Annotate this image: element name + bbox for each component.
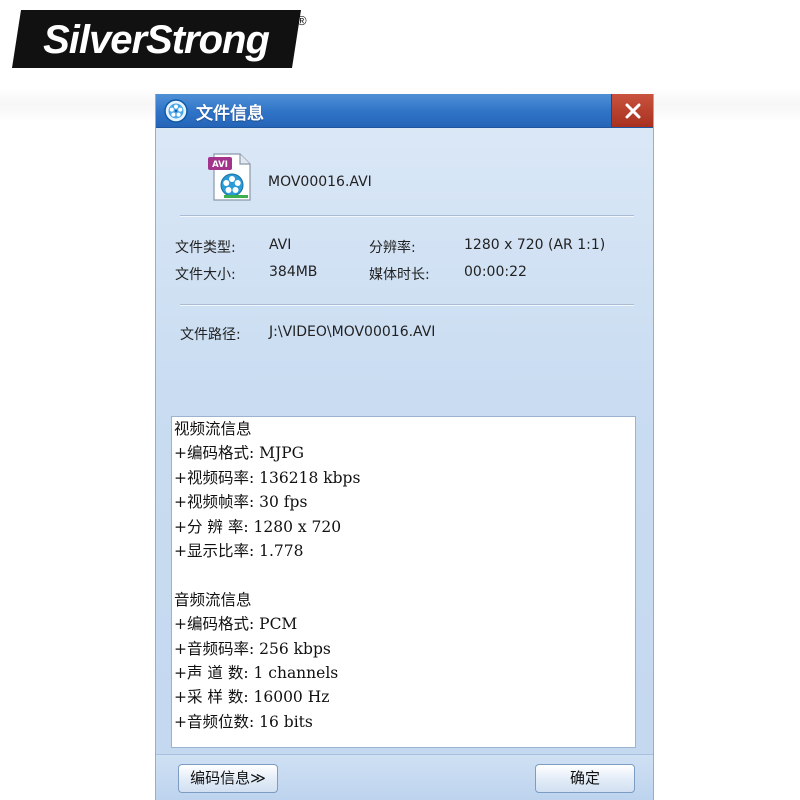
audio-info-line: +音频位数: 16 bits	[174, 712, 313, 731]
registered-mark: ®	[297, 13, 307, 28]
silverstrong-logo: SilverStrong	[12, 10, 301, 68]
file-type-label: 文件类型:	[175, 240, 236, 256]
close-button[interactable]	[611, 94, 653, 127]
video-info-line: +编码格式: MJPG	[174, 444, 305, 463]
audio-info-line: +声 道 数: 1 channels	[174, 663, 339, 682]
film-reel-icon	[164, 99, 188, 123]
file-icon-badge: AVI	[212, 160, 228, 170]
audio-info-line: +编码格式: PCM	[174, 615, 298, 634]
avi-video-file-icon: AVI	[208, 153, 251, 201]
dialog-title: 文件信息	[196, 104, 264, 124]
file-size-value: 384MB	[269, 264, 318, 280]
file-info-dialog: 文件信息 AVI MOV00016.AVI 文件类型: AVI 分辨率: 128…	[155, 94, 654, 800]
duration-label: 媒体时长:	[369, 267, 430, 283]
divider	[180, 215, 634, 217]
video-info-line: +分 辨 率: 1280 x 720	[174, 517, 342, 536]
audio-info-heading: 音频流信息	[174, 590, 252, 609]
file-path-value: J:\VIDEO\MOV00016.AVI	[269, 324, 436, 340]
resolution-label: 分辨率:	[369, 240, 416, 256]
video-info-heading: 视频流信息	[174, 420, 252, 438]
audio-info-line: +采 样 数: 16000 Hz	[174, 688, 330, 707]
file-name: MOV00016.AVI	[268, 174, 372, 190]
audio-info-line: +音频码率: 256 kbps	[174, 639, 331, 658]
close-icon	[625, 103, 641, 119]
video-info-line: +显示比率: 1.778	[174, 541, 304, 560]
dialog-button-bar: 编码信息≫ 确定	[156, 754, 653, 800]
divider	[180, 304, 634, 306]
video-info-line: +视频码率: 136218 kbps	[174, 468, 361, 487]
file-size-label: 文件大小:	[175, 267, 236, 283]
screenshot-root: SilverStrong ® 文件信息 AVI MOV00016.AVI 文件类…	[0, 0, 800, 800]
dialog-titlebar[interactable]: 文件信息	[156, 94, 653, 128]
file-type-value: AVI	[269, 237, 292, 253]
duration-value: 00:00:22	[464, 264, 527, 280]
stream-info-textarea[interactable]: 视频流信息 +编码格式: MJPG +视频码率: 136218 kbps +视频…	[171, 416, 636, 748]
video-info-line: +视频帧率: 30 fps	[174, 493, 308, 512]
svg-text:SilverStrong: SilverStrong	[43, 18, 269, 62]
codec-info-button[interactable]: 编码信息≫	[178, 764, 278, 793]
file-path-label: 文件路径:	[180, 327, 241, 343]
ok-button[interactable]: 确定	[535, 764, 635, 793]
resolution-value: 1280 x 720 (AR 1:1)	[464, 237, 606, 253]
